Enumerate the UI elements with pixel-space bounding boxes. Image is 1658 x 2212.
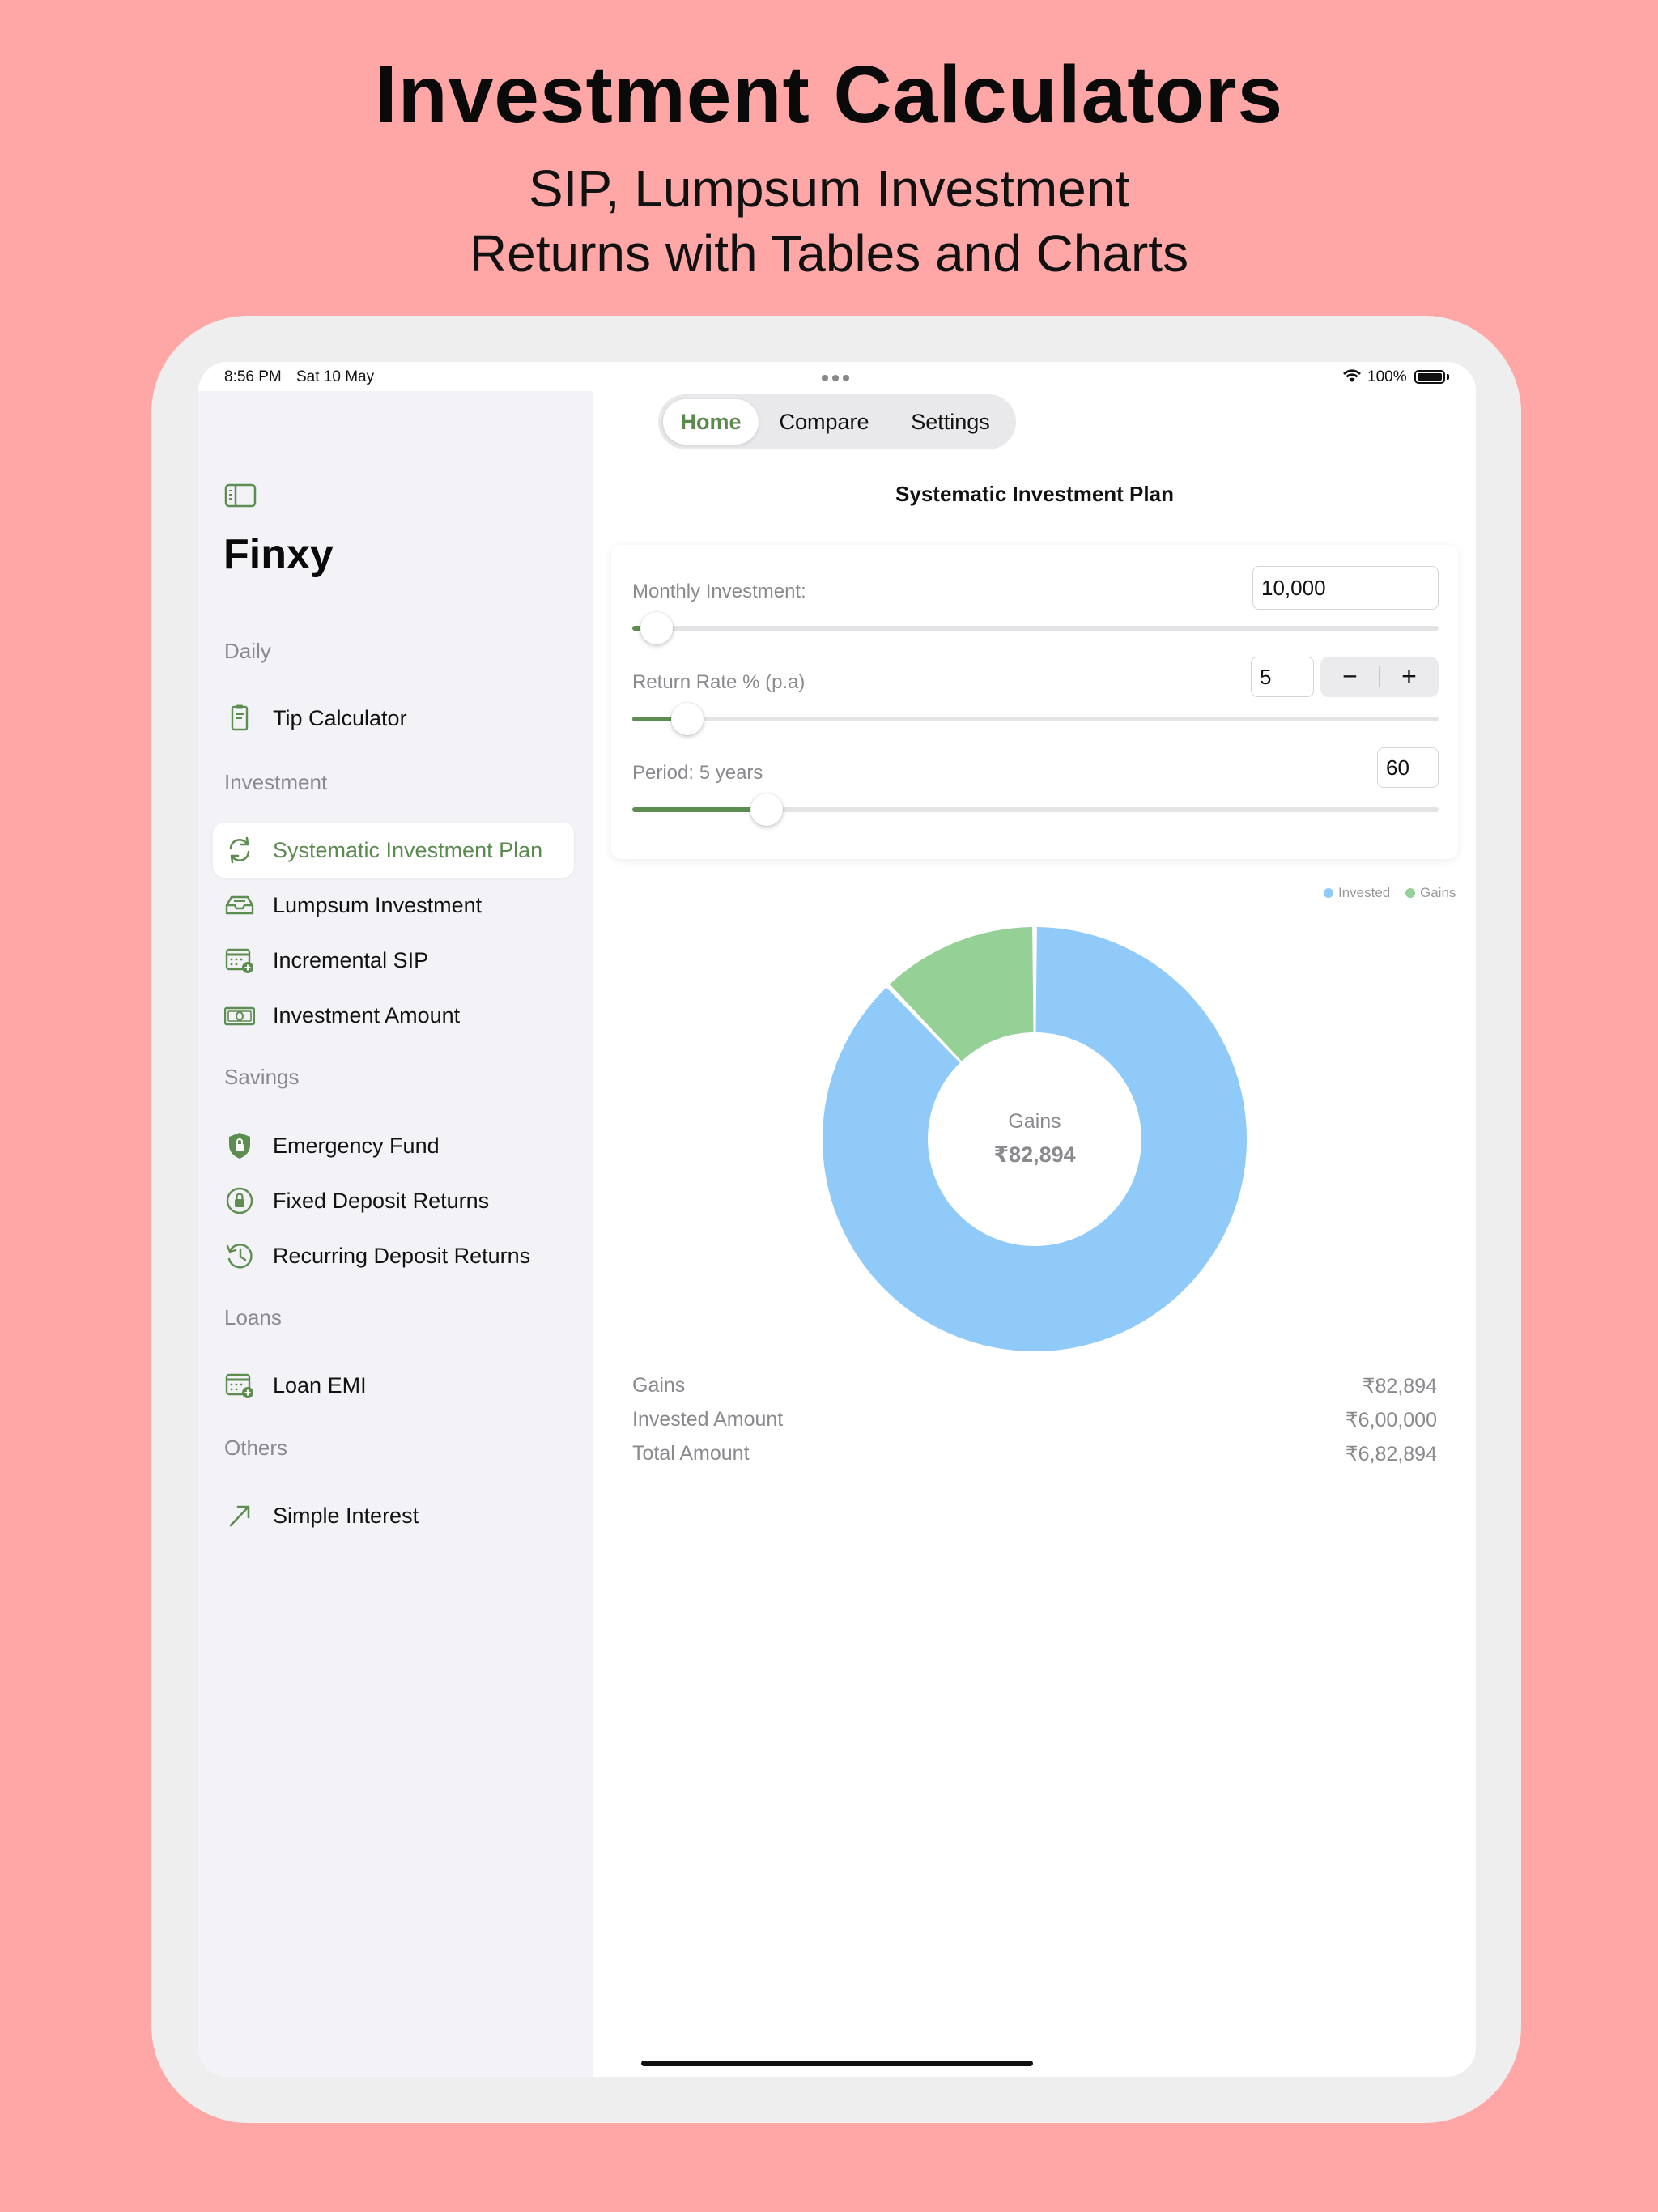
legend-label: Gains: [1420, 885, 1456, 900]
promo-subtitle-line-2: Returns with Tables and Charts: [469, 224, 1189, 283]
sip-input-card: Monthly Investment: Return Rate % (p.a) …: [611, 545, 1458, 859]
app-screen: 8:56 PM Sat 10 May 100% Finxy Daily Tip …: [198, 362, 1476, 2077]
sidebar-item-label: Fixed Deposit Returns: [273, 1189, 490, 1213]
battery-icon: [1414, 370, 1445, 384]
battery-percentage: 100%: [1367, 368, 1407, 385]
tab-settings[interactable]: Settings: [890, 399, 1011, 445]
section-label-daily: Daily: [224, 639, 271, 663]
sidebar-item-label: Recurring Deposit Returns: [273, 1244, 531, 1268]
tab-bar: Home Compare Settings: [658, 394, 1016, 449]
summary-value: ₹6,00,000: [1345, 1409, 1437, 1431]
period-label: Period: 5 years: [632, 762, 763, 784]
legend-dot: [1405, 888, 1415, 898]
summary-label: Invested Amount: [632, 1408, 784, 1431]
sidebar-item-label: Incremental SIP: [273, 948, 429, 972]
slider-thumb[interactable]: [640, 612, 673, 644]
battery-tip: [1447, 374, 1449, 380]
promo-subtitle-line-1: SIP, Lumpsum Investment: [528, 160, 1130, 218]
increment-button[interactable]: +: [1380, 657, 1439, 697]
arrow-up-right-icon: [229, 1505, 250, 1527]
app-name: Finxy: [223, 531, 334, 578]
legend-dot: [1324, 888, 1333, 898]
sidebar-item-label: Loan EMI: [273, 1373, 367, 1397]
receipt-icon: [231, 704, 249, 731]
decrement-button[interactable]: −: [1320, 657, 1380, 697]
banknote-icon: [224, 1006, 255, 1026]
wifi-icon: [1343, 369, 1361, 382]
legend-item-invested: Invested: [1324, 885, 1390, 901]
sidebar-item-loan-emi[interactable]: Loan EMI: [213, 1358, 574, 1413]
sidebar-item-incremental-sip[interactable]: Incremental SIP: [213, 933, 574, 988]
sidebar-item-label: Tip Calculator: [273, 706, 407, 730]
donut-center-label: Gains: [1008, 1110, 1061, 1133]
summary-row-gains: Gains ₹82,894: [632, 1374, 1437, 1406]
shield-lock-icon: [229, 1133, 250, 1159]
sidebar-item-label: Investment Amount: [273, 1003, 461, 1027]
slider-thumb[interactable]: [670, 703, 704, 735]
status-bar: 8:56 PM Sat 10 May 100%: [198, 362, 1476, 391]
status-date: Sat 10 May: [296, 368, 375, 385]
summary-row-total-amount: Total Amount ₹6,82,894: [632, 1442, 1437, 1474]
donut-slice-invested[interactable]: [823, 927, 1248, 1351]
summary-label: Total Amount: [632, 1442, 750, 1465]
sidebar: Finxy Daily Tip Calculator Investment Sy…: [198, 391, 593, 2077]
tab-compare[interactable]: Compare: [763, 399, 885, 445]
sidebar-item-label: Lumpsum Investment: [273, 893, 483, 917]
section-label-savings: Savings: [224, 1065, 300, 1089]
donut-svg: [823, 927, 1248, 1351]
page-title: Systematic Investment Plan: [895, 482, 1174, 506]
return-rate-stepper: − +: [1320, 657, 1439, 697]
sidebar-item-label: Simple Interest: [273, 1504, 419, 1528]
section-label-others: Others: [224, 1436, 288, 1460]
sidebar-item-label: Systematic Investment Plan: [273, 838, 543, 862]
summary-label: Gains: [632, 1374, 686, 1397]
sidebar-toggle-icon[interactable]: [224, 483, 257, 508]
monthly-investment-slider[interactable]: [632, 612, 1439, 644]
sidebar-item-emergency-fund[interactable]: Emergency Fund: [213, 1118, 574, 1173]
return-rate-label: Return Rate % (p.a): [632, 671, 806, 693]
summary-row-invested-amount: Invested Amount ₹6,00,000: [632, 1408, 1437, 1440]
sidebar-item-systematic-investment-plan[interactable]: Systematic Investment Plan: [213, 823, 574, 878]
multitasking-dots-icon[interactable]: [822, 375, 849, 381]
sidebar-item-label: Emergency Fund: [273, 1134, 440, 1158]
section-label-loans: Loans: [224, 1305, 282, 1329]
sidebar-item-fixed-deposit-returns[interactable]: Fixed Deposit Returns: [213, 1173, 574, 1228]
calendar-plus-icon: [225, 1373, 253, 1398]
tray-icon: [225, 895, 254, 915]
sidebar-item-recurring-deposit-returns[interactable]: Recurring Deposit Returns: [213, 1228, 574, 1283]
return-rate-input[interactable]: [1251, 657, 1314, 697]
monthly-investment-input[interactable]: [1252, 566, 1439, 610]
lock-circle-icon: [226, 1187, 253, 1214]
clock-history-icon: [226, 1244, 253, 1269]
promo-title: Investment Calculators: [374, 49, 1284, 140]
summary-value: ₹82,894: [1362, 1375, 1437, 1397]
slider-thumb[interactable]: [750, 793, 784, 826]
sidebar-item-investment-amount[interactable]: Investment Amount: [213, 988, 574, 1043]
legend-item-gains: Gains: [1405, 885, 1456, 901]
sidebar-item-lumpsum-investment[interactable]: Lumpsum Investment: [213, 878, 574, 933]
section-label-investment: Investment: [224, 770, 328, 794]
period-slider[interactable]: [632, 793, 1439, 826]
home-indicator[interactable]: [641, 2061, 1033, 2066]
sidebar-item-simple-interest[interactable]: Simple Interest: [213, 1488, 574, 1543]
status-time: 8:56 PM: [224, 368, 282, 385]
return-rate-slider[interactable]: [632, 703, 1439, 735]
monthly-investment-label: Monthly Investment:: [632, 581, 806, 602]
sidebar-item-tip-calculator[interactable]: Tip Calculator: [213, 691, 574, 746]
slider-fill: [632, 807, 767, 812]
calendar-plus-icon: [225, 948, 253, 973]
returns-donut-chart: Invested Gains Gains ₹82,894: [593, 880, 1476, 1730]
tab-home[interactable]: Home: [663, 399, 759, 445]
donut-center-value: ₹82,894: [993, 1142, 1076, 1167]
summary-value: ₹6,82,894: [1345, 1443, 1437, 1465]
recurring-arrows-icon: [229, 836, 250, 864]
period-input[interactable]: [1377, 747, 1439, 788]
legend-label: Invested: [1338, 885, 1391, 900]
